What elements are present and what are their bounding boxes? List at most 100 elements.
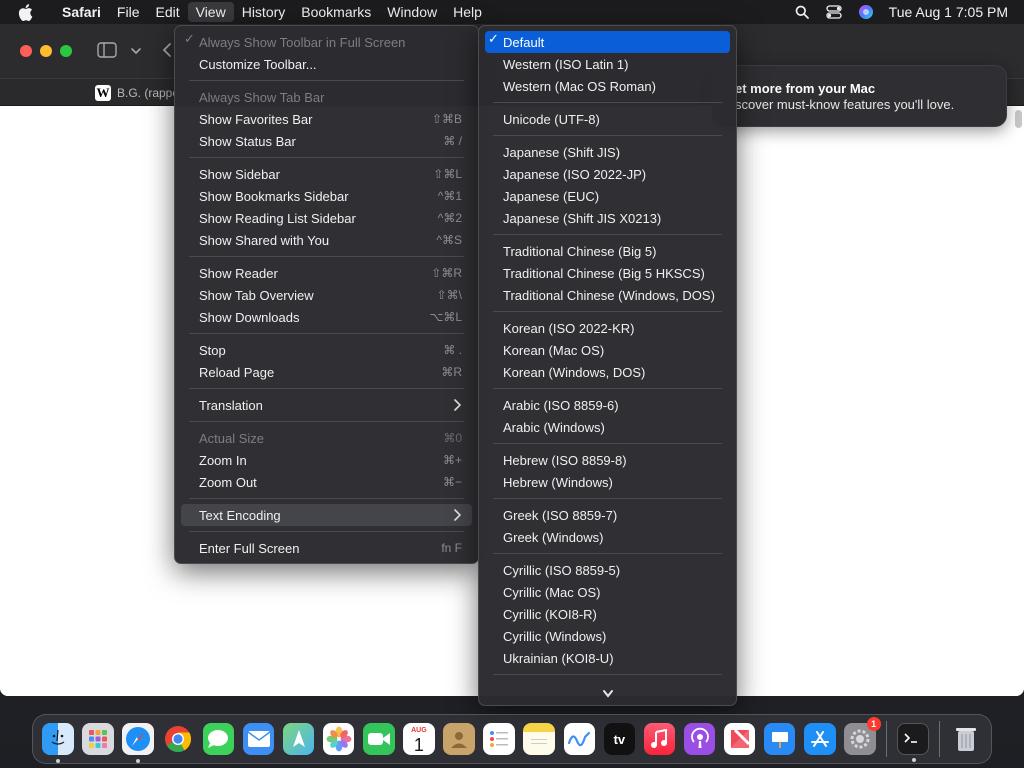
settings-icon[interactable]: 1 — [844, 717, 881, 755]
menu-separator — [181, 328, 472, 339]
minimize-window-button[interactable] — [40, 45, 52, 57]
menu-app-safari[interactable]: Safari — [54, 0, 109, 24]
mail-icon[interactable] — [242, 723, 275, 755]
menu-item-show-favorites-bar[interactable]: Show Favorites Bar ⇧⌘B — [181, 108, 472, 130]
launchpad-icon[interactable] — [82, 723, 114, 755]
notes-icon[interactable] — [523, 723, 555, 755]
sidebar-toggle-icon[interactable] — [97, 42, 117, 58]
encoding-item[interactable]: Unicode (UTF-8) — [485, 108, 730, 130]
encoding-item[interactable]: Greek (ISO 8859-7) — [485, 504, 730, 526]
encoding-item[interactable]: Traditional Chinese (Windows, DOS) — [485, 284, 730, 306]
menu-item-actual-size[interactable]: Actual Size ⌘0 — [181, 427, 472, 449]
chrome-icon[interactable] — [163, 723, 195, 755]
encoding-item-label: Japanese (ISO 2022-JP) — [503, 166, 647, 182]
menu-item-text-encoding[interactable]: Text Encoding — [181, 504, 472, 526]
back-arrow-icon[interactable] — [160, 42, 174, 58]
menu-history[interactable]: History — [234, 0, 294, 24]
spotlight-search-icon[interactable] — [793, 3, 811, 21]
menu-item-show-reading-list-sidebar[interactable]: Show Reading List Sidebar ^⌘2 — [181, 207, 472, 229]
menu-separator — [485, 548, 730, 559]
encoding-item[interactable]: Japanese (ISO 2022-JP) — [485, 163, 730, 185]
menu-item-show-shared-with-you[interactable]: Show Shared with You ^⌘S — [181, 229, 472, 251]
menu-item-label: Show Shared with You — [199, 232, 330, 248]
encoding-item[interactable]: Arabic (Windows) — [485, 416, 730, 438]
menu-view[interactable]: View — [187, 2, 234, 22]
menu-item-shortcut: ⌘0 — [443, 431, 462, 445]
encoding-item[interactable]: Arabic (ISO 8859-6) — [485, 394, 730, 416]
menu-item-show-sidebar[interactable]: Show Sidebar ⇧⌘L — [181, 163, 472, 185]
menu-bookmarks[interactable]: Bookmarks — [293, 0, 379, 24]
keynote-icon[interactable] — [763, 723, 796, 755]
encoding-item[interactable]: Cyrillic (ISO 8859-5) — [485, 559, 730, 581]
menu-item-always-show-tab-bar[interactable]: Always Show Tab Bar — [181, 86, 472, 108]
encoding-item[interactable]: Cyrillic (Windows) — [485, 625, 730, 647]
music-icon[interactable] — [643, 723, 676, 755]
news-icon[interactable] — [723, 723, 756, 755]
menu-item-translation[interactable]: Translation — [181, 394, 472, 416]
appletv-icon[interactable]: tv — [603, 723, 636, 755]
encoding-item[interactable]: Korean (Mac OS) — [485, 339, 730, 361]
encoding-item-label: Traditional Chinese (Big 5) — [503, 243, 657, 259]
safari-icon[interactable] — [122, 723, 154, 763]
podcasts-icon[interactable] — [683, 723, 716, 755]
reminders-icon[interactable] — [483, 723, 515, 755]
menu-window[interactable]: Window — [379, 0, 445, 24]
encoding-item[interactable]: Traditional Chinese (Big 5) — [485, 240, 730, 262]
encoding-item[interactable]: Japanese (EUC) — [485, 185, 730, 207]
encoding-item[interactable]: Western (ISO Latin 1) — [485, 53, 730, 75]
notification-banner[interactable]: et more from your Mac scover must-know f… — [712, 65, 1007, 127]
apple-menu-icon[interactable] — [18, 3, 36, 21]
menu-item-shortcut: ⌘R — [441, 365, 462, 379]
chevron-down-icon[interactable] — [130, 44, 142, 56]
freeform-icon[interactable] — [563, 723, 596, 755]
finder-icon[interactable] — [42, 723, 74, 763]
scroll-down-chevron-icon[interactable] — [485, 684, 730, 704]
menu-help[interactable]: Help — [445, 0, 490, 24]
encoding-item[interactable]: Korean (Windows, DOS) — [485, 361, 730, 383]
menu-item-zoom-out[interactable]: Zoom Out ⌘− — [181, 471, 472, 493]
menu-item-show-tab-overview[interactable]: Show Tab Overview ⇧⌘\ — [181, 284, 472, 306]
menu-item-show-reader[interactable]: Show Reader ⇧⌘R — [181, 262, 472, 284]
menu-item-show-downloads[interactable]: Show Downloads ⌥⌘L — [181, 306, 472, 328]
terminal-icon[interactable] — [897, 723, 929, 762]
menu-edit[interactable]: Edit — [147, 0, 187, 24]
close-window-button[interactable] — [20, 45, 32, 57]
trash-icon[interactable] — [950, 723, 982, 755]
menu-item-zoom-in[interactable]: Zoom In ⌘+ — [181, 449, 472, 471]
scrollbar[interactable] — [1015, 110, 1022, 128]
encoding-item[interactable]: Japanese (Shift JIS) — [485, 141, 730, 163]
photos-icon[interactable] — [322, 723, 355, 755]
maps-icon[interactable] — [282, 723, 315, 755]
encoding-item[interactable]: Western (Mac OS Roman) — [485, 75, 730, 97]
encoding-item[interactable]: Greek (Windows) — [485, 526, 730, 548]
menu-item-label: Show Bookmarks Sidebar — [199, 188, 349, 204]
menu-item-show-bookmarks-sidebar[interactable]: Show Bookmarks Sidebar ^⌘1 — [181, 185, 472, 207]
menu-item-reload-page[interactable]: Reload Page ⌘R — [181, 361, 472, 383]
siri-icon[interactable] — [857, 3, 875, 21]
calendar-icon[interactable]: AUG 1 — [403, 723, 435, 755]
zoom-window-button[interactable] — [60, 45, 72, 57]
encoding-item-default[interactable]: ✓ Default — [485, 31, 730, 53]
menu-item-show-status-bar[interactable]: Show Status Bar ⌘ / — [181, 130, 472, 152]
menu-item-shortcut: ^⌘S — [436, 233, 462, 247]
messages-icon[interactable] — [202, 723, 235, 755]
facetime-icon[interactable] — [363, 723, 395, 755]
encoding-item[interactable]: Hebrew (Windows) — [485, 471, 730, 493]
menu-item-enter-full-screen[interactable]: Enter Full Screen fn F — [181, 537, 472, 559]
encoding-item[interactable]: Korean (ISO 2022-KR) — [485, 317, 730, 339]
menu-file[interactable]: File — [109, 0, 148, 24]
menu-item-stop[interactable]: Stop ⌘ . — [181, 339, 472, 361]
encoding-item[interactable]: Cyrillic (Mac OS) — [485, 581, 730, 603]
encoding-item[interactable]: Hebrew (ISO 8859-8) — [485, 449, 730, 471]
control-center-icon[interactable] — [825, 3, 843, 21]
menu-item-always-show-toolbar[interactable]: ✓ Always Show Toolbar in Full Screen — [181, 31, 472, 53]
tab-item[interactable]: W B.G. (rappe — [95, 83, 179, 103]
encoding-item[interactable]: Ukrainian (KOI8-U) — [485, 647, 730, 669]
contacts-icon[interactable] — [443, 723, 475, 755]
encoding-item[interactable]: Cyrillic (KOI8-R) — [485, 603, 730, 625]
clock[interactable]: Tue Aug 1 7:05 PM — [889, 4, 1008, 20]
appstore-icon[interactable] — [804, 723, 836, 755]
encoding-item[interactable]: Japanese (Shift JIS X0213) — [485, 207, 730, 229]
menu-item-customize-toolbar[interactable]: Customize Toolbar... — [181, 53, 472, 75]
encoding-item[interactable]: Traditional Chinese (Big 5 HKSCS) — [485, 262, 730, 284]
